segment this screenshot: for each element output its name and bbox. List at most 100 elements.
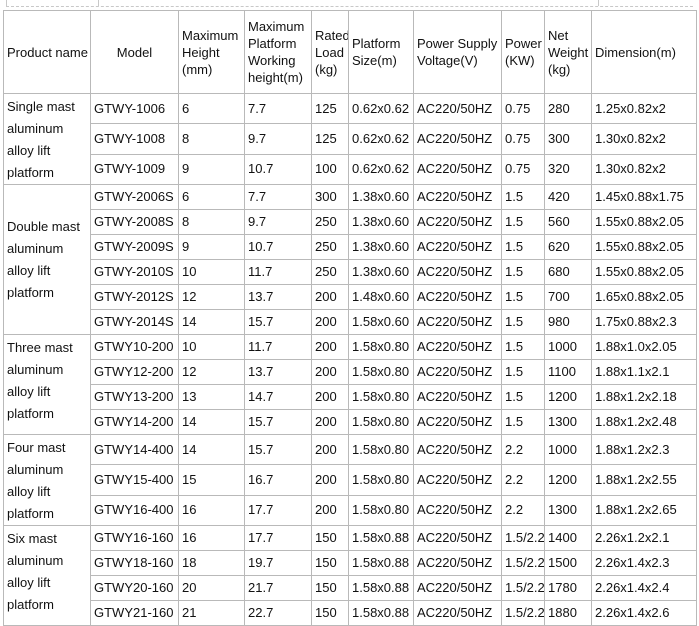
platform-size-cell: 1.58x0.80	[348, 433, 414, 466]
net-weight-cell: 320	[544, 153, 592, 186]
platform-size-cell: 1.58x0.80	[348, 384, 414, 410]
model-cell: GTWY14-200	[90, 409, 179, 435]
net-weight-cell: 680	[544, 259, 592, 285]
voltage-cell: AC220/50HZ	[413, 384, 502, 410]
working-height-cell: 22.7	[244, 600, 312, 626]
rated-load-cell: 100	[311, 153, 349, 186]
column-marker	[98, 0, 99, 6]
net-weight-cell: 1200	[544, 384, 592, 410]
dimension-cell: 1.88x1.2x2.55	[591, 464, 697, 496]
power-cell: 1.5	[501, 384, 545, 410]
working-height-cell: 10.7	[244, 153, 312, 186]
net-weight-cell: 1880	[544, 600, 592, 626]
net-weight-cell: 560	[544, 209, 592, 235]
power-cell: 1.5/2.2	[501, 550, 545, 576]
platform-size-cell: 0.62x0.62	[348, 123, 414, 155]
net-weight-cell: 1780	[544, 575, 592, 601]
working-height-cell: 17.7	[244, 525, 312, 551]
max-height-cell: 8	[178, 123, 245, 155]
table-row: GTWY15-400 15 16.7 200 1.58x0.80 AC220/50HZ 2.…	[4, 464, 697, 496]
platform-size-cell: 1.58x0.80	[348, 334, 414, 360]
voltage-cell: AC220/50HZ	[413, 123, 502, 155]
platform-size-cell: 1.38x0.60	[348, 184, 414, 210]
voltage-cell: AC220/50HZ	[413, 464, 502, 496]
rated-load-cell: 125	[311, 123, 349, 155]
working-height-cell: 11.7	[244, 259, 312, 285]
power-cell: 1.5/2.2	[501, 600, 545, 626]
working-height-cell: 17.7	[244, 494, 312, 527]
power-cell: 1.5	[501, 334, 545, 360]
max-height-cell: 8	[178, 209, 245, 235]
max-height-cell: 6	[178, 184, 245, 210]
net-weight-cell: 420	[544, 184, 592, 210]
header-power-supply-voltage: Power Supply Voltage(V)	[413, 10, 502, 94]
net-weight-cell: 700	[544, 284, 592, 310]
net-weight-cell: 1100	[544, 359, 592, 385]
voltage-cell: AC220/50HZ	[413, 600, 502, 626]
working-height-cell: 11.7	[244, 334, 312, 360]
working-height-cell: 15.7	[244, 409, 312, 435]
model-cell: GTWY-2009S	[90, 234, 179, 260]
net-weight-cell: 1200	[544, 464, 592, 496]
platform-size-cell: 1.58x0.80	[348, 409, 414, 435]
voltage-cell: AC220/50HZ	[413, 259, 502, 285]
header-max-height: Maximum Height (mm)	[178, 10, 245, 94]
working-height-cell: 9.7	[244, 123, 312, 155]
power-cell: 1.5	[501, 209, 545, 235]
dimension-cell: 1.25x0.82x2	[591, 92, 697, 125]
net-weight-cell: 1500	[544, 550, 592, 576]
net-weight-cell: 1000	[544, 334, 592, 360]
power-cell: 1.5	[501, 359, 545, 385]
power-cell: 2.2	[501, 494, 545, 527]
voltage-cell: AC220/50HZ	[413, 234, 502, 260]
platform-size-cell: 1.58x0.80	[348, 464, 414, 496]
table-row: GTWY20-160 20 21.7 150 1.58x0.88 AC220/50HZ 1.…	[4, 575, 697, 601]
power-cell: 1.5	[501, 409, 545, 435]
platform-size-cell: 1.58x0.88	[348, 600, 414, 626]
rated-load-cell: 200	[311, 409, 349, 435]
table-row: Three mast aluminum alloy lift platform G…	[3, 334, 697, 435]
product-name-cell: Three mast aluminum alloy lift platform	[3, 334, 91, 435]
voltage-cell: AC220/50HZ	[413, 334, 502, 360]
max-height-cell: 15	[178, 464, 245, 496]
max-height-cell: 14	[178, 433, 245, 466]
working-height-cell: 15.7	[244, 433, 312, 466]
power-cell: 1.5	[501, 234, 545, 260]
working-height-cell: 14.7	[244, 384, 312, 410]
header-rated-load: Rated Load (kg)	[311, 10, 349, 94]
platform-size-cell: 1.58x0.88	[348, 550, 414, 576]
max-height-cell: 10	[178, 259, 245, 285]
top-dashed-rule	[6, 6, 693, 7]
model-cell: GTWY18-160	[90, 550, 179, 576]
dimension-cell: 1.88x1.2x2.65	[591, 494, 697, 527]
working-height-cell: 21.7	[244, 575, 312, 601]
dimension-cell: 1.45x0.88x1.75	[591, 184, 697, 210]
max-height-cell: 18	[178, 550, 245, 576]
power-cell: 1.5	[501, 284, 545, 310]
voltage-cell: AC220/50HZ	[413, 550, 502, 576]
platform-size-cell: 1.58x0.80	[348, 359, 414, 385]
product-name-cell: Double mast aluminum alloy lift platform	[3, 184, 91, 335]
rated-load-cell: 200	[311, 433, 349, 466]
power-cell: 0.75	[501, 153, 545, 186]
voltage-cell: AC220/50HZ	[413, 433, 502, 466]
voltage-cell: AC220/50HZ	[413, 525, 502, 551]
dimension-cell: 2.26x1.4x2.6	[591, 600, 697, 626]
dimension-cell: 1.88x1.0x2.05	[591, 334, 697, 360]
rated-load-cell: 125	[311, 92, 349, 125]
net-weight-cell: 1300	[544, 409, 592, 435]
table-row: Single mast aluminum alloy lift platform…	[3, 92, 697, 185]
max-height-cell: 10	[178, 334, 245, 360]
net-weight-cell: 1300	[544, 494, 592, 527]
net-weight-cell: 1400	[544, 525, 592, 551]
max-height-cell: 6	[178, 92, 245, 125]
working-height-cell: 13.7	[244, 284, 312, 310]
power-cell: 1.5/2.2	[501, 525, 545, 551]
rated-load-cell: 200	[311, 384, 349, 410]
net-weight-cell: 300	[544, 123, 592, 155]
header-row: Product name Model Maximum Height (mm) M…	[3, 10, 697, 94]
rated-load-cell: 200	[311, 284, 349, 310]
product-name-cell: Six mast aluminum alloy lift platform	[3, 525, 91, 626]
table-row: GTWY-2010S 10 11.7 250 1.38x0.60 AC220/50HZ 1.…	[4, 259, 697, 285]
header-power: Power (KW)	[501, 10, 545, 94]
